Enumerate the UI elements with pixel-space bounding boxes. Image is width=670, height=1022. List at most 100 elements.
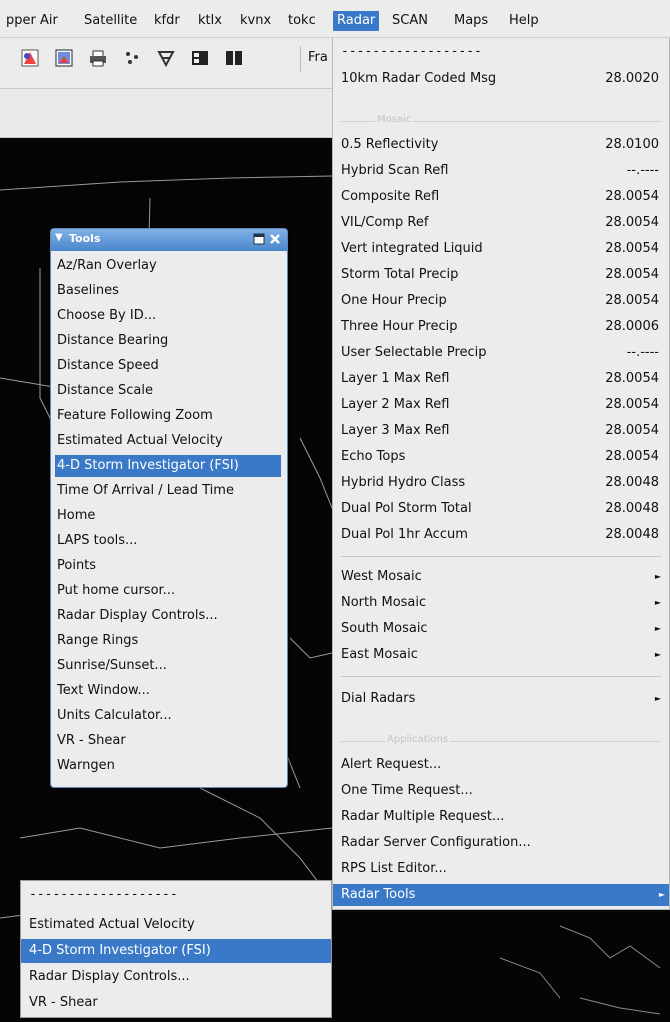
mosaic-group-header: Mosaic bbox=[341, 114, 661, 128]
menu-item-label: Echo Tops bbox=[341, 449, 406, 464]
menu-item-mosaic[interactable]: Echo Tops 28.0054 bbox=[341, 446, 665, 468]
menu-item-mosaic[interactable]: VIL/Comp Ref 28.0054 bbox=[341, 212, 665, 234]
menu-item-label: North Mosaic bbox=[341, 595, 427, 610]
menu-item-radar-multiple-request[interactable]: Radar Multiple Request... bbox=[341, 806, 665, 828]
tools-item-range-rings[interactable]: Range Rings bbox=[55, 630, 281, 652]
menu-item-mosaic[interactable]: Hybrid Scan Refl --.---- bbox=[341, 160, 665, 182]
panel-layout-icon[interactable] bbox=[188, 46, 212, 70]
tools-item-text-window[interactable]: Text Window... bbox=[55, 680, 281, 702]
menu-item-south-mosaic[interactable]: South Mosaic ► bbox=[341, 618, 665, 640]
submenu-arrow-icon: ► bbox=[654, 572, 661, 581]
chevron-down-icon[interactable]: ▼ bbox=[55, 232, 63, 243]
tools-item-distance-speed[interactable]: Distance Speed bbox=[55, 355, 281, 377]
tools-item-sunrise-sunset[interactable]: Sunrise/Sunset... bbox=[55, 655, 281, 677]
menu-item-mosaic[interactable]: Layer 2 Max Refl 28.0054 bbox=[341, 394, 665, 416]
tools-item-az-ran-overlay[interactable]: Az/Ran Overlay bbox=[55, 255, 281, 277]
pan-tool-icon[interactable] bbox=[154, 46, 178, 70]
menu-item-label: Three Hour Precip bbox=[341, 319, 458, 334]
menu-item-mosaic[interactable]: 0.5 Reflectivity 28.0100 bbox=[341, 134, 665, 156]
menu-item-mosaic[interactable]: One Hour Precip 28.0054 bbox=[341, 290, 665, 312]
menu-item-alert-request[interactable]: Alert Request... bbox=[341, 754, 665, 776]
menu-item-dial-radars[interactable]: Dial Radars ► bbox=[341, 688, 665, 710]
tools-item-laps-tools[interactable]: LAPS tools... bbox=[55, 530, 281, 552]
menu-item-value: 28.0054 bbox=[605, 215, 659, 230]
tear-off-line[interactable]: ------------------ bbox=[341, 44, 482, 59]
menu-item-label: East Mosaic bbox=[341, 647, 418, 662]
menu-item-mosaic[interactable]: Vert integrated Liquid 28.0054 bbox=[341, 238, 665, 260]
menu-item-value: 28.0054 bbox=[605, 397, 659, 412]
menu-upper-air[interactable]: pper Air bbox=[4, 11, 60, 31]
tools-item-baselines[interactable]: Baselines bbox=[55, 280, 281, 302]
menu-satellite[interactable]: Satellite bbox=[82, 11, 139, 31]
menu-scan[interactable]: SCAN bbox=[390, 11, 430, 31]
menu-item-one-time-request[interactable]: One Time Request... bbox=[341, 780, 665, 802]
menu-item-mosaic[interactable]: Layer 3 Max Refl 28.0054 bbox=[341, 420, 665, 442]
menu-item-mosaic[interactable]: Dual Pol 1hr Accum 28.0048 bbox=[341, 524, 665, 546]
menu-item-mosaic[interactable]: Layer 1 Max Refl 28.0054 bbox=[341, 368, 665, 390]
menu-item-10km-radar-coded-msg[interactable]: 10km Radar Coded Msg 28.0020 bbox=[341, 68, 665, 90]
menu-ktlx[interactable]: ktlx bbox=[196, 11, 224, 31]
menu-item-radar-server-configuration[interactable]: Radar Server Configuration... bbox=[341, 832, 665, 854]
frame-label[interactable]: Fra bbox=[308, 50, 328, 65]
tools-item-fsi[interactable]: 4-D Storm Investigator (FSI) bbox=[55, 455, 281, 477]
submenu-item-vr-shear[interactable]: VR - Shear bbox=[21, 991, 331, 1015]
menu-tokc[interactable]: tokc bbox=[286, 11, 318, 31]
menu-radar[interactable]: Radar bbox=[333, 11, 380, 31]
menu-item-label: User Selectable Precip bbox=[341, 345, 487, 360]
menu-item-mosaic[interactable]: Composite Refl 28.0054 bbox=[341, 186, 665, 208]
menu-item-value: 28.0054 bbox=[605, 423, 659, 438]
tools-item-vr-shear[interactable]: VR - Shear bbox=[55, 730, 281, 752]
menu-item-mosaic[interactable]: Storm Total Precip 28.0054 bbox=[341, 264, 665, 286]
menu-item-radar-tools[interactable]: Radar Tools ► bbox=[333, 884, 669, 906]
menu-item-north-mosaic[interactable]: North Mosaic ► bbox=[341, 592, 665, 614]
tools-item-choose-by-id[interactable]: Choose By ID... bbox=[55, 305, 281, 327]
tools-item-estimated-actual-velocity[interactable]: Estimated Actual Velocity bbox=[55, 430, 281, 452]
menu-separator bbox=[341, 556, 661, 557]
menu-item-mosaic[interactable]: Three Hour Precip 28.0006 bbox=[341, 316, 665, 338]
radar-dropdown-menu: ------------------ 10km Radar Coded Msg … bbox=[332, 38, 670, 910]
color-map-icon[interactable] bbox=[18, 46, 42, 70]
menu-item-label: Vert integrated Liquid bbox=[341, 241, 483, 256]
tools-item-points[interactable]: Points bbox=[55, 555, 281, 577]
close-icon[interactable] bbox=[269, 233, 281, 245]
tools-item-time-of-arrival[interactable]: Time Of Arrival / Lead Time bbox=[55, 480, 281, 502]
menu-item-mosaic[interactable]: User Selectable Precip --.---- bbox=[341, 342, 665, 364]
menu-item-value: 28.0054 bbox=[605, 449, 659, 464]
menu-item-mosaic[interactable]: Hybrid Hydro Class 28.0048 bbox=[341, 472, 665, 494]
menu-item-value: 28.0020 bbox=[605, 71, 659, 86]
print-icon[interactable] bbox=[86, 46, 110, 70]
submenu-item-radar-display-controls[interactable]: Radar Display Controls... bbox=[21, 965, 331, 989]
dual-panel-icon[interactable] bbox=[222, 46, 246, 70]
submenu-item-estimated-actual-velocity[interactable]: Estimated Actual Velocity bbox=[21, 913, 331, 937]
menu-item-label: Dual Pol Storm Total bbox=[341, 501, 472, 516]
menu-item-mosaic[interactable]: Dual Pol Storm Total 28.0048 bbox=[341, 498, 665, 520]
menu-item-label: Composite Refl bbox=[341, 189, 440, 204]
maximize-icon[interactable] bbox=[253, 233, 265, 245]
submenu-arrow-icon: ► bbox=[654, 650, 661, 659]
tools-item-distance-scale[interactable]: Distance Scale bbox=[55, 380, 281, 402]
tools-item-warngen[interactable]: Warngen bbox=[55, 755, 281, 777]
tools-title-bar[interactable]: ▼ Tools bbox=[51, 229, 287, 251]
tools-item-put-home-cursor[interactable]: Put home cursor... bbox=[55, 580, 281, 602]
menu-item-label: VIL/Comp Ref bbox=[341, 215, 429, 230]
menu-kvnx[interactable]: kvnx bbox=[238, 11, 273, 31]
tools-item-home[interactable]: Home bbox=[55, 505, 281, 527]
menu-maps[interactable]: Maps bbox=[452, 11, 490, 31]
menu-help[interactable]: Help bbox=[507, 11, 541, 31]
tools-item-feature-following-zoom[interactable]: Feature Following Zoom bbox=[55, 405, 281, 427]
tools-item-radar-display-controls[interactable]: Radar Display Controls... bbox=[55, 605, 281, 627]
submenu-arrow-icon: ► bbox=[658, 890, 665, 899]
tear-off-line[interactable]: ------------------- bbox=[29, 887, 178, 902]
scatter-points-icon[interactable] bbox=[120, 46, 144, 70]
image-properties-icon[interactable] bbox=[52, 46, 76, 70]
menu-item-east-mosaic[interactable]: East Mosaic ► bbox=[341, 644, 665, 666]
menu-kfdr[interactable]: kfdr bbox=[152, 11, 182, 31]
menu-item-label: Dual Pol 1hr Accum bbox=[341, 527, 468, 542]
menu-item-value: 28.0054 bbox=[605, 293, 659, 308]
menu-item-west-mosaic[interactable]: West Mosaic ► bbox=[341, 566, 665, 588]
submenu-arrow-icon: ► bbox=[654, 598, 661, 607]
submenu-item-fsi[interactable]: 4-D Storm Investigator (FSI) bbox=[21, 939, 331, 963]
tools-item-units-calculator[interactable]: Units Calculator... bbox=[55, 705, 281, 727]
menu-item-rps-list-editor[interactable]: RPS List Editor... bbox=[341, 858, 665, 880]
tools-item-distance-bearing[interactable]: Distance Bearing bbox=[55, 330, 281, 352]
